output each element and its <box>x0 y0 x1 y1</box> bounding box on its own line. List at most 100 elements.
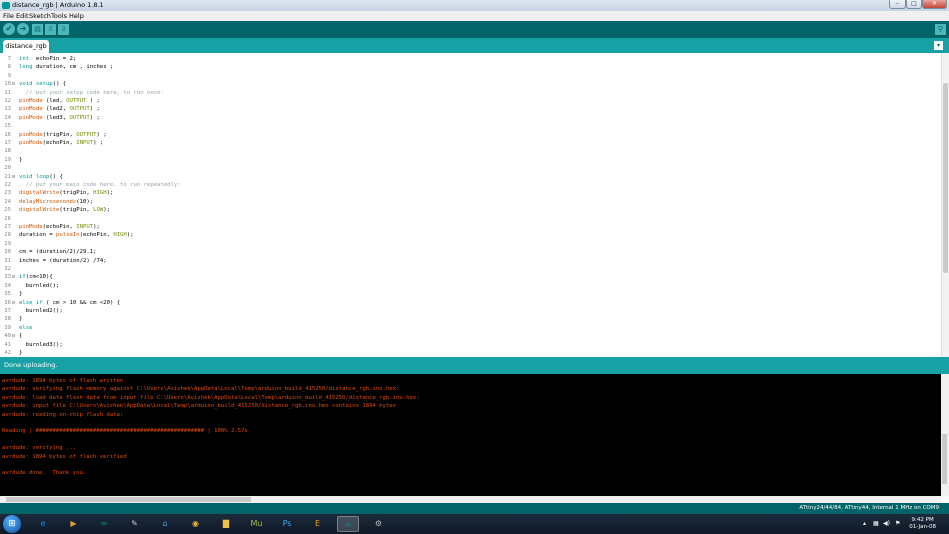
code-line[interactable]: 28 duration = pulseIn(echoPin, HIGH); <box>0 231 935 239</box>
upload-button[interactable]: ➜ <box>17 23 29 35</box>
taskbar-eagle-icon[interactable]: E <box>307 516 329 532</box>
console-scroll-thumb[interactable] <box>942 434 947 484</box>
new-sketch-button[interactable]: ▤ <box>32 24 43 35</box>
console-horizontal-scrollbar[interactable] <box>0 496 941 503</box>
code-line[interactable]: 26 <box>0 215 935 223</box>
code-line[interactable]: 9 <box>0 72 935 80</box>
tab-bar: distance_rgb ▾ <box>0 38 949 53</box>
line-number: 33 <box>4 274 11 281</box>
editor-scroll-thumb[interactable] <box>943 83 948 273</box>
save-sketch-button[interactable]: ⇩ <box>58 24 69 35</box>
code-line[interactable]: 34 burnled(); <box>0 282 935 290</box>
console-line: avrdude: load data flash data from input… <box>2 394 420 401</box>
code-line[interactable]: 32 <box>0 265 935 273</box>
code-line[interactable]: 37 burnled2(); <box>0 307 935 315</box>
code-line[interactable]: 22 // put your main code here, to run re… <box>0 181 935 189</box>
taskbar-tool-icon[interactable]: ⚙ <box>368 516 390 532</box>
open-sketch-button[interactable]: ⇧ <box>45 24 56 35</box>
code-line[interactable]: 10 ⊟ void setup() { <box>0 80 935 88</box>
tray-flag-icon[interactable]: ⚑ <box>895 520 900 527</box>
code-text: digitalWrite(trigPin, LOW); <box>19 206 110 214</box>
tray-volume-icon[interactable]: ◀) <box>883 520 890 527</box>
code-line[interactable]: 29 <box>0 240 935 248</box>
taskbar-sketchup-icon[interactable]: ⌂ <box>154 516 176 532</box>
code-line[interactable]: 19} <box>0 156 935 164</box>
menu-file[interactable]: File <box>3 11 14 21</box>
taskbar-muse-icon[interactable]: Mu <box>246 516 268 532</box>
tray-arrow-icon[interactable]: ▴ <box>863 520 866 527</box>
code-line[interactable]: 31 inches = (duration/2) /74; <box>0 257 935 265</box>
verify-button[interactable]: ✔ <box>3 23 15 35</box>
code-line[interactable]: 36 ⊟ else if ( cm > 10 && cm <20) { <box>0 299 935 307</box>
code-line[interactable]: 27 pinMode(echoPin, INPUT); <box>0 223 935 231</box>
tab-distance-rgb[interactable]: distance_rgb <box>3 40 49 53</box>
code-text: // put your main code here, to run repea… <box>19 181 181 189</box>
code-line[interactable]: 11 // put your setup code here, to run o… <box>0 89 935 97</box>
code-line[interactable]: 23 digitalWrite(trigPin, HIGH); <box>0 189 935 197</box>
taskbar-arduino-active-icon[interactable]: ∞ <box>337 516 359 532</box>
taskbar-explorer-icon[interactable]: ▇ <box>215 516 237 532</box>
code-line[interactable]: 39 else <box>0 324 935 332</box>
console-vertical-scrollbar[interactable] <box>941 374 949 496</box>
editor-vertical-scrollbar[interactable] <box>941 53 949 357</box>
code-text: burnled(); <box>19 282 60 290</box>
code-token: // put your setup code here, to run once… <box>19 89 164 96</box>
code-line[interactable]: 38} <box>0 315 935 323</box>
tray-network-icon[interactable]: ▦ <box>873 520 879 527</box>
code-token: { <box>19 333 23 340</box>
fold-toggle-icon[interactable]: ⊟ <box>12 273 15 281</box>
clock[interactable]: 9:42 PM 01-Jan-08 <box>909 517 936 531</box>
menu-help[interactable]: Help <box>69 11 84 21</box>
taskbar-media-player-icon[interactable]: ▶ <box>63 516 85 532</box>
menu-tools[interactable]: Tools <box>51 11 67 21</box>
code-line[interactable]: 17 pinMode(echoPin, INPUT) ; <box>0 139 935 147</box>
code-editor[interactable]: 7 int echoPin = 2; 8 long duration, cm , in… <box>0 53 949 357</box>
code-text: burnled3(); <box>19 341 63 349</box>
code-line[interactable]: 18 <box>0 147 935 155</box>
code-line[interactable]: 20 <box>0 164 935 172</box>
code-text: pinMode(echoPin, INPUT); <box>19 223 100 231</box>
code-line[interactable]: 35} <box>0 290 935 298</box>
start-button[interactable]: ⊞ <box>3 515 21 533</box>
line-number: 27 <box>4 224 11 230</box>
code-line[interactable]: 25 digitalWrite(trigPin, LOW); <box>0 206 935 214</box>
close-button[interactable]: ✕ <box>922 0 947 9</box>
console-hscroll-thumb[interactable] <box>6 497 251 502</box>
code-line[interactable]: 40 ⊟ { <box>0 332 935 340</box>
maximize-button[interactable]: □ <box>906 0 922 9</box>
code-line[interactable]: 7 int echoPin = 2; <box>0 55 935 63</box>
code-token: } <box>19 156 23 163</box>
taskbar-arduino-icon[interactable]: ∞ <box>93 516 115 532</box>
code-line[interactable]: 16 pinMode(trigPin, OUTPUT) ; <box>0 131 935 139</box>
menu-sketch[interactable]: Sketch <box>29 11 51 21</box>
code-line[interactable]: 42} <box>0 349 935 357</box>
code-line[interactable]: 15 <box>0 122 935 130</box>
code-line[interactable]: 8 long duration, cm , inches ; <box>0 63 935 71</box>
line-number: 32 <box>4 266 11 272</box>
code-line[interactable]: 14 pinMode (led3, OUTPUT) ; <box>0 114 935 122</box>
tab-menu-chevron-down-icon[interactable]: ▾ <box>934 41 943 50</box>
code-token: (led3, <box>42 114 70 121</box>
code-line[interactable]: 12 pinMode (led, OUTPUT ) ; <box>0 97 935 105</box>
fold-toggle-icon[interactable]: ⊟ <box>12 173 15 181</box>
fold-toggle-icon[interactable]: ⊟ <box>12 299 15 307</box>
fold-toggle-icon[interactable]: ⊟ <box>12 332 15 340</box>
code-line[interactable]: 13 pinMode (led2, OUTPUT) ; <box>0 105 935 113</box>
code-line[interactable]: 41 burnled3(); <box>0 341 935 349</box>
code-token: OUTPUT <box>69 106 90 113</box>
code-line[interactable]: 21 ⊟ void loop() { <box>0 173 935 181</box>
fold-toggle-icon[interactable]: ⊟ <box>12 80 15 88</box>
code-line[interactable]: 33 ⊟ if(cm<10){ <box>0 273 935 281</box>
taskbar-ie-icon[interactable]: e <box>32 516 54 532</box>
taskbar-chrome-icon[interactable]: ◉ <box>185 516 207 532</box>
taskbar-inkscape-icon[interactable]: ✎ <box>124 516 146 532</box>
taskbar-photoshop-icon[interactable]: Ps <box>276 516 298 532</box>
code-line[interactable]: 30 cm = (duration/2)/29.1; <box>0 248 935 256</box>
code-token: (cm<10){ <box>25 274 53 281</box>
minimize-button[interactable]: – <box>889 0 906 9</box>
serial-monitor-icon[interactable]: ⚲ <box>935 24 946 35</box>
line-number: 21 <box>4 173 11 180</box>
board-info-bar: ATtiny24/44/84, ATtiny44, Internal 1 MHz… <box>0 503 949 514</box>
code-line[interactable]: 24 delayMicroseconds(10); <box>0 198 935 206</box>
menu-edit[interactable]: Edit <box>16 11 29 21</box>
